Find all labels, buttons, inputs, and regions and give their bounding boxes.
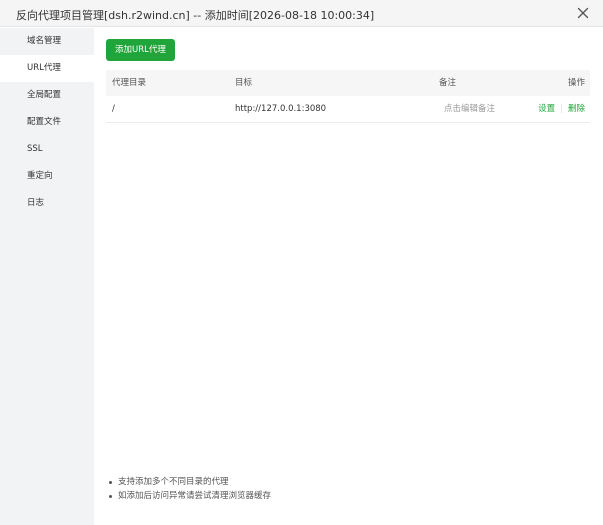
tip-item: 支持添加多个不同目录的代理 (107, 475, 271, 489)
window-title: 反向代理项目管理[dsh.r2wind.cn] -- 添加时间[2026-08-… (16, 9, 375, 22)
close-icon[interactable] (576, 6, 590, 20)
header-target: 目标 (235, 78, 253, 88)
header-ops: 操作 (567, 78, 585, 88)
sidebar-item-config-file[interactable]: 配置文件 (0, 109, 94, 136)
sidebar-item-global-config[interactable]: 全局配置 (0, 82, 94, 109)
row-target: http://127.0.0.1:3080 (235, 104, 327, 114)
sidebar-item-url-proxy[interactable]: URL代理 (0, 55, 94, 82)
table-header: 代理目录 目标 备注 操作 (106, 70, 590, 96)
sidebar-item-ssl[interactable]: SSL (0, 136, 94, 163)
row-dir: / (112, 104, 115, 114)
sidebar-item-domain[interactable]: 域名管理 (0, 28, 94, 55)
main-panel: 添加URL代理 代理目录 目标 备注 操作 / http://127.0.0.1… (94, 28, 603, 525)
delete-link[interactable]: 删除 (568, 104, 585, 114)
settings-link[interactable]: 设置 (538, 104, 555, 114)
sidebar-item-redirect[interactable]: 重定向 (0, 163, 94, 190)
tips-list: 支持添加多个不同目录的代理 如添加后访问异常请尝试清理浏览器缓存 (107, 475, 271, 503)
header-note: 备注 (439, 78, 457, 88)
title-bar: 反向代理项目管理[dsh.r2wind.cn] -- 添加时间[2026-08-… (0, 0, 603, 27)
row-ops: 设置 | 删除 (538, 96, 585, 123)
tip-item: 如添加后访问异常请尝试清理浏览器缓存 (107, 489, 271, 503)
sidebar: 域名管理 URL代理 全局配置 配置文件 SSL 重定向 日志 (0, 28, 94, 525)
header-dir: 代理目录 (112, 78, 147, 88)
sidebar-item-log[interactable]: 日志 (0, 190, 94, 217)
table-row: / http://127.0.0.1:3080 点击编辑备注 设置 | 删除 (106, 96, 590, 123)
row-note-edit[interactable]: 点击编辑备注 (444, 96, 495, 122)
op-divider: | (560, 104, 563, 114)
add-url-proxy-button[interactable]: 添加URL代理 (106, 39, 175, 61)
